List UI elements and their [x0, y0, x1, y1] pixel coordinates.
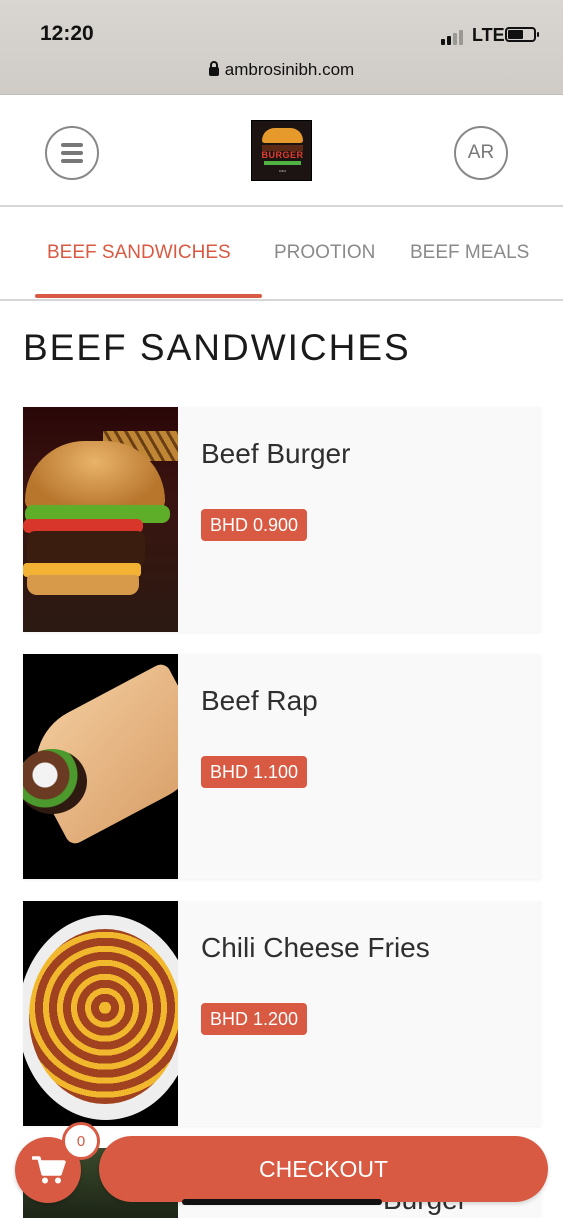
- status-time: 12:20: [40, 22, 94, 45]
- checkout-button[interactable]: CHECKOUT: [99, 1136, 548, 1202]
- signal-icon: [441, 30, 463, 45]
- product-price: BHD 1.100: [201, 756, 308, 788]
- section-title: BEEF SANDWICHES: [23, 327, 411, 368]
- product-price: BHD 1.200: [201, 1003, 308, 1035]
- restaurant-logo[interactable]: BURGER •••••: [251, 120, 312, 181]
- tab-beef-sandwiches[interactable]: BEEF SANDWICHES: [47, 242, 231, 264]
- language-button[interactable]: AR: [454, 126, 508, 180]
- menu-button[interactable]: [45, 126, 99, 180]
- product-card[interactable]: Beef Rap BHD 1.100: [23, 654, 541, 879]
- chili-cheese-fries-photo: [23, 901, 178, 1126]
- network-label: LTE: [472, 25, 505, 45]
- product-card[interactable]: Chili Cheese Fries BHD 1.200: [23, 901, 541, 1126]
- home-indicator: [182, 1199, 382, 1205]
- address-bar[interactable]: ambrosinibh.com: [0, 60, 563, 80]
- battery-icon: [505, 27, 539, 42]
- tab-prootion[interactable]: PROOTION: [274, 242, 375, 264]
- lock-icon: [208, 61, 219, 76]
- product-card[interactable]: Beef Burger BHD 0.900: [23, 407, 541, 632]
- beef-burger-photo: [23, 407, 178, 632]
- url-text: ambrosinibh.com: [224, 60, 355, 79]
- tab-beef-meals[interactable]: BEEF MEALS: [410, 242, 529, 264]
- product-name: Beef Rap: [201, 685, 318, 716]
- product-name: Chili Cheese Fries: [201, 932, 430, 963]
- hamburger-icon: [61, 143, 83, 163]
- beef-wrap-photo: [23, 654, 178, 879]
- active-tab-indicator: [35, 294, 262, 298]
- cart-icon: [32, 1156, 66, 1184]
- site-header: BURGER ••••• AR: [0, 95, 563, 207]
- product-price: BHD 0.900: [201, 509, 308, 541]
- category-tabs: BEEF SANDWICHES PROOTION BEEF MEALS: [0, 207, 563, 301]
- product-name: Beef Burger: [201, 438, 351, 469]
- browser-status-bar: 12:20 LTE ambrosinibh.com: [0, 0, 563, 95]
- cart-count-badge: 0: [62, 1122, 100, 1160]
